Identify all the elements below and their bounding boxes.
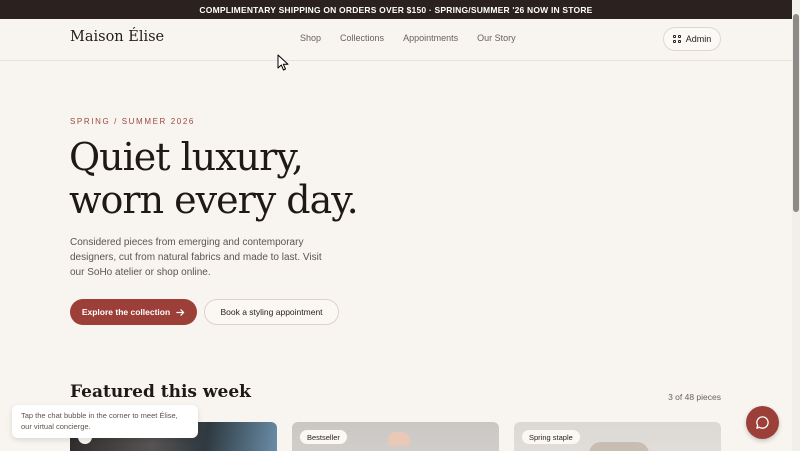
grid-icon [672, 35, 681, 43]
product-badge: Spring staple [522, 430, 580, 444]
product-card[interactable]: Spring staple [514, 422, 721, 451]
site-header: Maison Élise Shop Collections Appointmen… [0, 19, 792, 61]
page-scrollbar[interactable] [792, 0, 800, 451]
featured-count: 3 of 48 pieces [668, 392, 721, 402]
chat-tooltip: Tap the chat bubble in the corner to mee… [12, 405, 198, 438]
book-appointment-button[interactable]: Book a styling appointment [204, 299, 339, 325]
mouse-pointer-icon [277, 54, 289, 71]
product-card[interactable]: Bestseller [292, 422, 499, 451]
brand-logo[interactable]: Maison Élise [70, 29, 164, 45]
nav-collections[interactable]: Collections [340, 33, 384, 43]
nav-our-story[interactable]: Our Story [477, 33, 516, 43]
hero-headline: Quiet luxury, worn every day. [69, 135, 359, 222]
chat-bubble-icon [756, 416, 769, 429]
explore-collection-label: Explore the collection [81, 307, 171, 317]
scrollbar-thumb[interactable] [793, 14, 799, 212]
product-image [589, 442, 649, 451]
hero-headline-line-1: Quiet luxury, [69, 135, 304, 179]
product-image [388, 432, 410, 446]
admin-label: Admin [685, 34, 712, 44]
announcement-bar: COMPLIMENTARY SHIPPING ON ORDERS OVER $1… [0, 0, 792, 19]
hero-eyebrow: SPRING / SUMMER 2026 [70, 117, 195, 126]
nav-appointments[interactable]: Appointments [403, 33, 458, 43]
explore-collection-button[interactable]: Explore the collection [70, 299, 197, 325]
admin-button[interactable]: Admin [663, 27, 721, 51]
hero-lede: Considered pieces from emerging and cont… [70, 237, 322, 278]
book-appointment-label: Book a styling appointment [220, 307, 323, 317]
featured-title: Featured this week [70, 382, 251, 402]
chat-button[interactable] [746, 406, 779, 439]
main-nav: Shop Collections Appointments Our Story [300, 33, 516, 43]
nav-shop[interactable]: Shop [300, 33, 321, 43]
product-badge: Bestseller [300, 430, 347, 444]
arrow-right-icon [176, 308, 185, 316]
hero-headline-line-2: worn every day. [69, 178, 359, 222]
announcement-text: COMPLIMENTARY SHIPPING ON ORDERS OVER $1… [199, 4, 593, 15]
